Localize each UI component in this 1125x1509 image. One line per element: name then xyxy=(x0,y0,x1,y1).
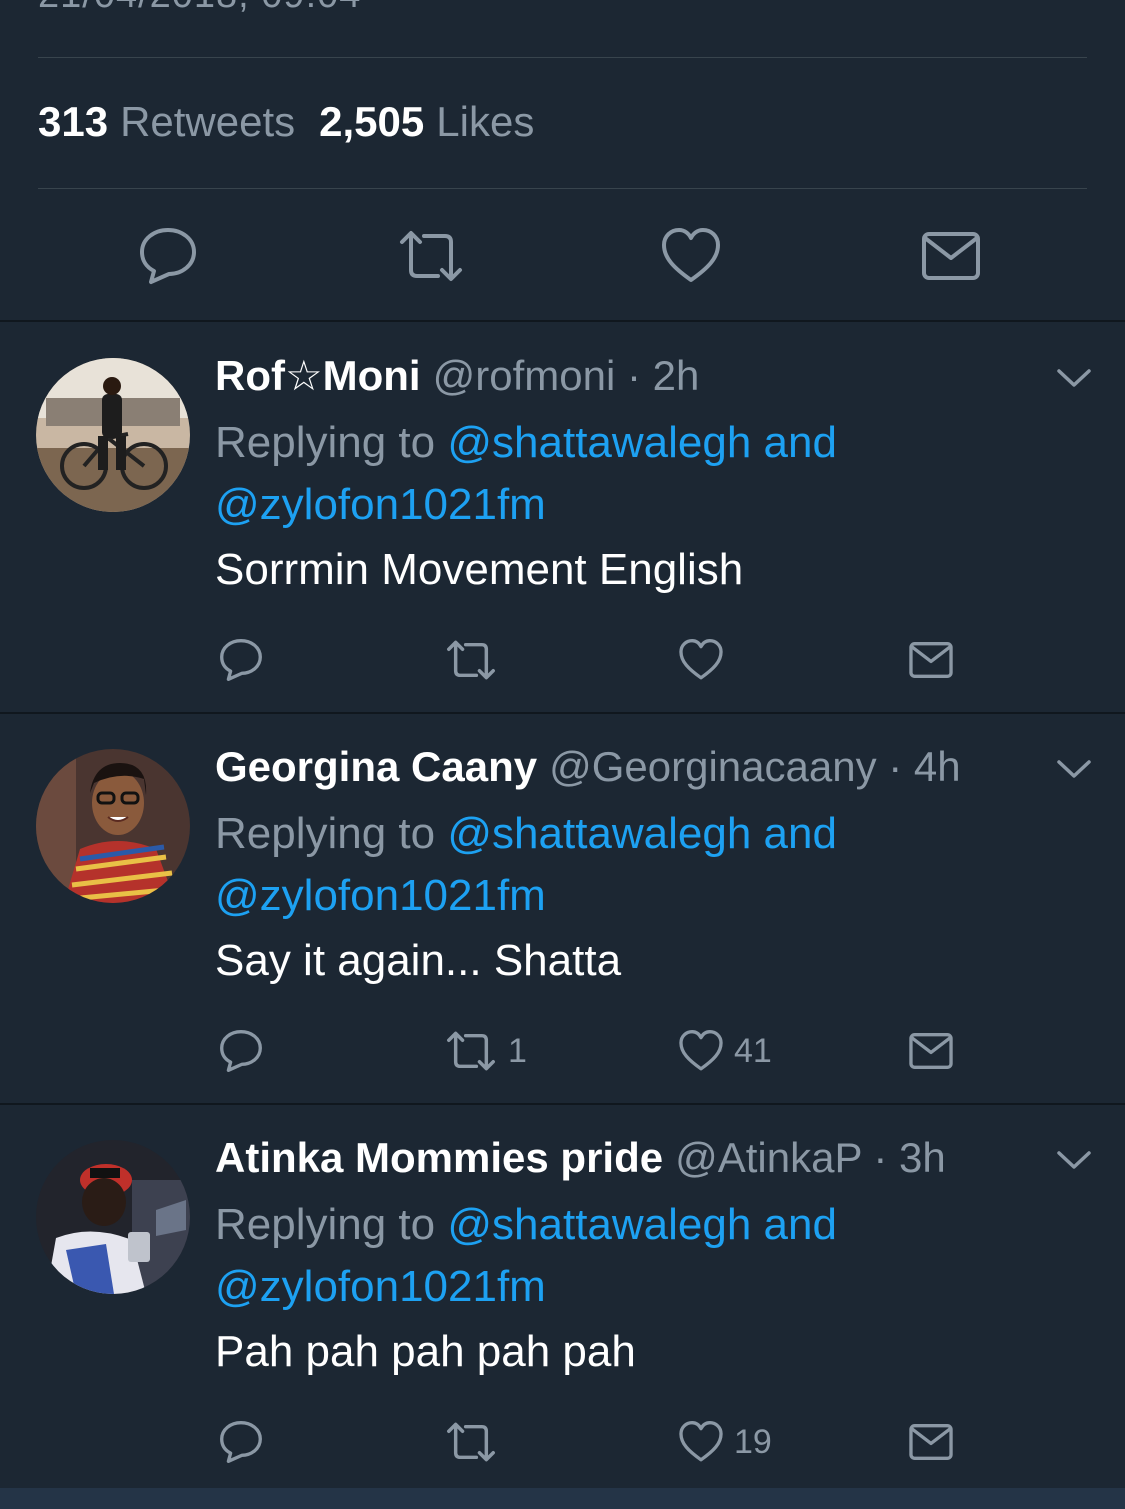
retweets-label[interactable]: Retweets xyxy=(120,98,295,145)
replying-to: Replying to @shattawalegh and @zylofon102… xyxy=(215,1194,975,1318)
direct-message-icon xyxy=(909,1033,953,1069)
like-button[interactable] xyxy=(660,226,722,286)
chevron-down-icon[interactable] xyxy=(1056,757,1092,781)
retweet-button[interactable] xyxy=(444,1416,508,1468)
display-name[interactable]: Rof☆Moni xyxy=(215,352,421,399)
display-name[interactable]: Georgina Caany xyxy=(215,743,537,790)
chevron-down-icon[interactable] xyxy=(1056,366,1092,390)
timestamp: · 4h xyxy=(888,743,961,790)
like-icon xyxy=(679,1421,723,1462)
reply-icon xyxy=(140,228,196,284)
mention-link[interactable]: @zylofon1021fm xyxy=(215,480,546,529)
reply-header: Georgina Caany @Georginacaany · 4h xyxy=(215,741,961,793)
likes-label[interactable]: Likes xyxy=(436,98,534,145)
retweet-count: 1 xyxy=(508,1031,527,1070)
like-icon xyxy=(662,228,720,282)
mention-link[interactable]: @shattawalegh and xyxy=(447,1200,837,1249)
retweet-icon xyxy=(447,1422,495,1462)
replying-prefix: Replying to xyxy=(215,1200,436,1249)
mention-link[interactable]: @shattawalegh and xyxy=(447,418,837,467)
likes-count[interactable]: 2,505 xyxy=(319,98,424,145)
reply-icon xyxy=(220,639,262,681)
retweets-count[interactable]: 313 xyxy=(38,98,108,145)
reply-action-bar: 1 41 xyxy=(0,1025,1125,1077)
retweet-icon xyxy=(447,640,495,680)
reply-text: Say it again... Shatta xyxy=(215,936,622,985)
reply-button[interactable] xyxy=(137,226,199,286)
avatar[interactable] xyxy=(36,358,190,512)
display-name[interactable]: Atinka Mommies pride xyxy=(215,1134,663,1181)
tweet-action-bar xyxy=(0,226,1125,286)
user-handle[interactable]: @rofmoni xyxy=(433,352,616,399)
direct-message-button[interactable] xyxy=(920,226,982,286)
like-icon xyxy=(679,639,723,680)
reply-icon xyxy=(220,1030,262,1072)
direct-message-button[interactable] xyxy=(908,634,954,686)
mention-link[interactable]: @zylofon1021fm xyxy=(215,1262,546,1311)
reply-action-bar: 19 xyxy=(0,1416,1125,1468)
chevron-down-icon[interactable] xyxy=(1056,1148,1092,1172)
reply-header: Rof☆Moni @rofmoni · 2h xyxy=(215,350,699,402)
reply-button[interactable] xyxy=(218,634,264,686)
retweet-icon xyxy=(400,231,462,281)
avatar[interactable] xyxy=(36,1140,190,1294)
direct-message-icon xyxy=(909,1424,953,1460)
user-handle[interactable]: @Georginacaany xyxy=(549,743,877,790)
like-button[interactable]: 41 xyxy=(678,1025,772,1077)
like-button[interactable] xyxy=(678,634,734,686)
direct-message-icon xyxy=(922,232,980,280)
tweet-timestamp: 21/04/2018, 09:04 xyxy=(38,0,361,17)
timestamp: · 3h xyxy=(873,1134,946,1181)
reply-tweet[interactable]: Georgina Caany @Georginacaany · 4h Replyi… xyxy=(0,713,1125,1103)
divider xyxy=(38,188,1087,189)
reply-text: Sorrmin Movement English xyxy=(215,545,744,594)
avatar[interactable] xyxy=(36,749,190,903)
tweet-stats: 313 Retweets 2,505 Likes xyxy=(38,98,558,146)
like-count: 41 xyxy=(734,1031,772,1070)
like-button[interactable]: 19 xyxy=(678,1416,772,1468)
reply-button[interactable] xyxy=(218,1025,264,1077)
retweet-button[interactable] xyxy=(398,226,462,286)
mention-link[interactable]: @zylofon1021fm xyxy=(215,871,546,920)
like-count: 19 xyxy=(734,1422,772,1461)
retweet-icon xyxy=(447,1031,495,1071)
direct-message-button[interactable] xyxy=(908,1025,954,1077)
retweet-button[interactable]: 1 xyxy=(444,1025,527,1077)
reply-button[interactable] xyxy=(218,1416,264,1468)
direct-message-icon xyxy=(909,642,953,678)
replying-prefix: Replying to xyxy=(215,418,436,467)
user-handle[interactable]: @AtinkaP xyxy=(675,1134,862,1181)
reply-header: Atinka Mommies pride @AtinkaP · 3h xyxy=(215,1132,946,1184)
replying-prefix: Replying to xyxy=(215,809,436,858)
divider xyxy=(38,57,1087,58)
reply-tweet[interactable]: Rof☆Moni @rofmoni · 2h Replying to @shatt… xyxy=(0,322,1125,712)
reply-text: Pah pah pah pah pah xyxy=(215,1327,636,1376)
retweet-button[interactable] xyxy=(444,634,508,686)
reply-action-bar xyxy=(0,634,1125,686)
replying-to: Replying to @shattawalegh and @zylofon102… xyxy=(215,803,975,927)
like-icon xyxy=(679,1030,723,1071)
bottom-bar-edge xyxy=(0,1488,1125,1509)
reply-icon xyxy=(220,1421,262,1463)
replying-to: Replying to @shattawalegh and @zylofon102… xyxy=(215,412,975,536)
direct-message-button[interactable] xyxy=(908,1416,954,1468)
timestamp: · 2h xyxy=(626,352,700,399)
mention-link[interactable]: @shattawalegh and xyxy=(447,809,837,858)
reply-tweet[interactable]: Atinka Mommies pride @AtinkaP · 3h Replyi… xyxy=(0,1104,1125,1494)
